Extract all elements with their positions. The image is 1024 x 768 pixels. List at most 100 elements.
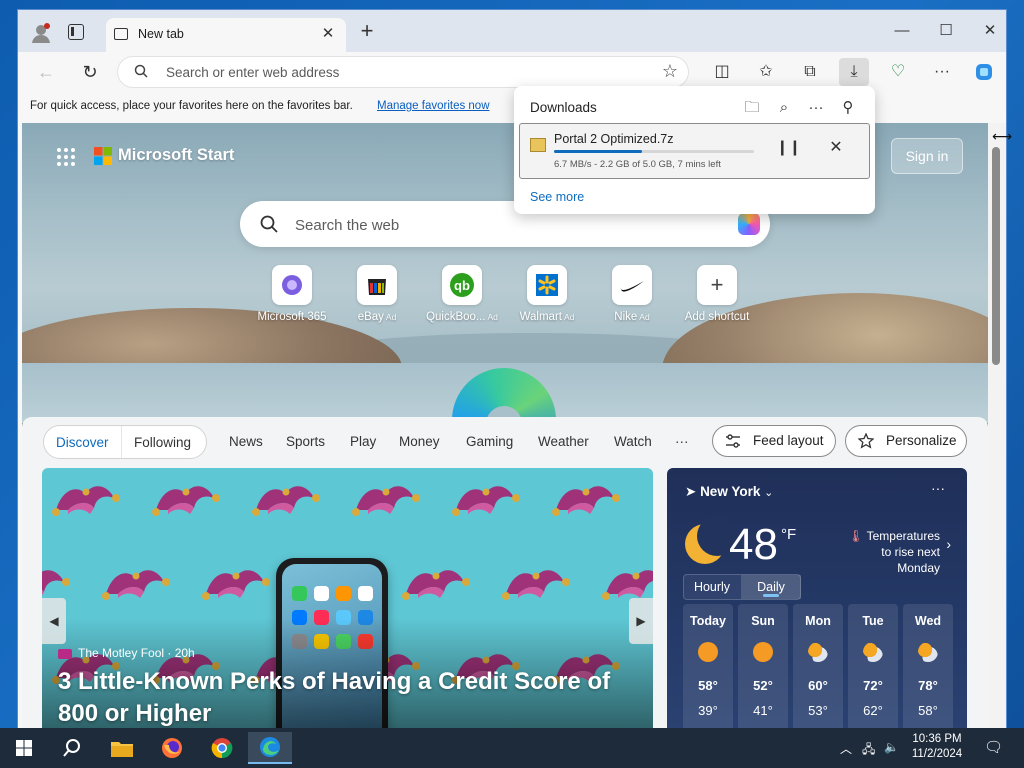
see-more-link[interactable]: See more (530, 190, 584, 204)
more-categories-button[interactable]: ··· (675, 434, 689, 449)
shortcut-microsoft-365[interactable]: Microsoft 365 (252, 265, 332, 323)
app-launcher-icon[interactable] (56, 147, 76, 167)
tab-weather[interactable]: Weather (538, 434, 589, 449)
chrome-icon[interactable] (200, 732, 244, 764)
browser-essentials-icon[interactable]: ♡ (883, 58, 913, 86)
tab-gaming[interactable]: Gaming (466, 434, 513, 449)
tab-discover[interactable]: Discover (56, 435, 109, 450)
search-downloads-icon[interactable]: ⌕ (772, 96, 796, 120)
taskbar: ︿ 🖧 🔈 10:36 PM 11/2/2024 🗨 (0, 728, 1024, 768)
clock-date: 11/2/2024 (911, 748, 963, 760)
day-low: 62° (863, 703, 883, 718)
daily-tab[interactable]: Daily (741, 575, 801, 599)
add-favorite-star-icon[interactable]: ☆ (662, 61, 678, 82)
tab-money[interactable]: Money (399, 434, 440, 449)
personalize-button[interactable]: Personalize (845, 425, 967, 457)
address-input[interactable] (166, 63, 606, 81)
forecast-day[interactable]: Tue 72° 62° (848, 604, 898, 728)
weather-location[interactable]: ➤ New York ⌄ (685, 484, 773, 500)
edge-taskbar-icon[interactable] (248, 732, 292, 764)
copilot-search-icon[interactable] (738, 213, 760, 235)
shortcut-label: Add shortcut (684, 311, 750, 323)
thermometer-icon: 🌡 (848, 529, 864, 543)
system-clock[interactable]: 10:36 PM 11/2/2024 (900, 732, 974, 762)
shortcut-quickbooks[interactable]: qb QuickBoo... Ad (422, 265, 502, 323)
microsoft-logo-icon (94, 147, 112, 165)
feed-layout-button[interactable]: Feed layout (712, 425, 836, 457)
forecast-day[interactable]: Mon 60° 53° (793, 604, 843, 728)
downloads-icon[interactable]: ⤓ (839, 58, 869, 86)
sun-icon (753, 642, 773, 662)
edge-window: New tab ✕ + — ☐ ✕ ← ↻ ☆ ◫ ✩ ⧉ ⤓ ♡ ··· Fo… (18, 10, 1006, 728)
carousel-next-button[interactable]: ▶ (629, 598, 653, 644)
carousel-prev-button[interactable]: ◀ (42, 598, 66, 644)
chevron-right-icon[interactable]: › (946, 536, 951, 552)
show-hidden-icons-chevron-icon[interactable]: ︿ (840, 740, 852, 757)
temperature-unit[interactable]: °F (781, 526, 796, 543)
notifications-icon[interactable]: 🗨 (984, 738, 1003, 756)
day-high: 72° (863, 678, 883, 693)
personalize-label: Personalize (886, 433, 957, 448)
forecast-day[interactable]: Today 58° 39° (683, 604, 733, 728)
weather-alert[interactable]: 🌡 Temperatures to rise next Monday (845, 528, 940, 576)
split-screen-icon[interactable]: ◫ (707, 58, 737, 86)
tab-new-tab[interactable]: New tab ✕ (106, 18, 346, 52)
new-tab-button[interactable]: + (356, 20, 378, 42)
network-icon[interactable]: 🖧 (862, 740, 875, 761)
microsoft-start-brand[interactable]: Microsoft Start (118, 146, 234, 165)
shortcut-nike[interactable]: Nike Ad (592, 265, 672, 323)
forecast-day[interactable]: Wed 78° 58° (903, 604, 953, 728)
close-window-button[interactable]: ✕ (970, 18, 1006, 44)
tab-watch[interactable]: Watch (614, 434, 652, 449)
address-bar[interactable]: ☆ (118, 57, 688, 87)
file-explorer-icon[interactable] (100, 732, 144, 764)
maximize-button[interactable]: ☐ (926, 18, 966, 44)
copilot-icon[interactable] (969, 58, 999, 86)
web-search-input[interactable] (295, 215, 695, 235)
shortcut-add[interactable]: + Add shortcut (677, 265, 757, 323)
weather-more-button[interactable]: ··· (931, 480, 945, 496)
download-item[interactable]: Portal 2 Optimized.7z 6.7 MB/s - 2.2 GB … (519, 123, 870, 179)
back-arrow-icon[interactable]: ← (32, 60, 60, 84)
shortcut-ebay[interactable]: eBay Ad (337, 265, 417, 323)
start-button[interactable] (2, 732, 46, 764)
forecast-day[interactable]: Sun 52° 41° (738, 604, 788, 728)
pin-icon[interactable]: ⚲ (836, 96, 860, 120)
profile-avatar-icon[interactable] (30, 22, 52, 44)
tab-news[interactable]: News (229, 434, 263, 449)
open-downloads-folder-icon[interactable]: 🗀 (740, 96, 764, 120)
refresh-icon[interactable]: ↻ (76, 60, 104, 84)
collections-icon[interactable]: ⧉ (795, 58, 825, 86)
microsoft-365-icon (282, 275, 302, 295)
sign-in-button[interactable]: Sign in (891, 138, 963, 174)
hourly-tab[interactable]: Hourly (684, 575, 740, 599)
pause-download-button[interactable]: ❙❙ (776, 136, 801, 160)
scrollbar-thumb[interactable] (992, 147, 1000, 365)
tab-following[interactable]: Following (134, 435, 191, 450)
title-bar: New tab ✕ + — ☐ ✕ (18, 10, 1006, 52)
favorites-icon[interactable]: ✩ (751, 58, 781, 86)
downloads-flyout: Downloads 🗀 ⌕ ··· ⚲ Portal 2 Optimized.7… (514, 86, 875, 214)
cancel-download-button[interactable]: ✕ (824, 136, 848, 160)
settings-more-icon[interactable]: ··· (927, 58, 957, 86)
volume-muted-icon[interactable]: 🔈 (884, 740, 899, 754)
tab-close-button[interactable]: ✕ (318, 24, 338, 42)
manage-favorites-link[interactable]: Manage favorites now (377, 100, 490, 112)
taskbar-search-icon[interactable] (50, 732, 94, 764)
article-headline[interactable]: 3 Little-Known Perks of Having a Credit … (58, 666, 648, 728)
shortcut-walmart[interactable]: Walmart Ad (507, 265, 587, 323)
tab-sports[interactable]: Sports (286, 434, 325, 449)
downloads-more-options-button[interactable]: ··· (804, 96, 828, 120)
firefox-icon[interactable] (150, 732, 194, 764)
tab-play[interactable]: Play (350, 434, 376, 449)
day-low: 41° (753, 703, 773, 718)
vertical-scrollbar[interactable] (988, 123, 1006, 728)
partly-cloudy-icon (918, 642, 938, 662)
personalize-star-icon (858, 433, 874, 449)
news-feed: Discover Following News Sports Play Mone… (22, 417, 988, 728)
news-card[interactable]: ◀ ▶ The Motley Fool · 20h 3 Little-Known… (42, 468, 653, 728)
article-source[interactable]: The Motley Fool · 20h (58, 646, 195, 660)
minimize-button[interactable]: — (882, 18, 922, 44)
weather-card[interactable]: ➤ New York ⌄ ··· 48 °F 🌡 Temperatures to… (667, 468, 967, 728)
tab-actions-icon[interactable] (68, 24, 84, 40)
